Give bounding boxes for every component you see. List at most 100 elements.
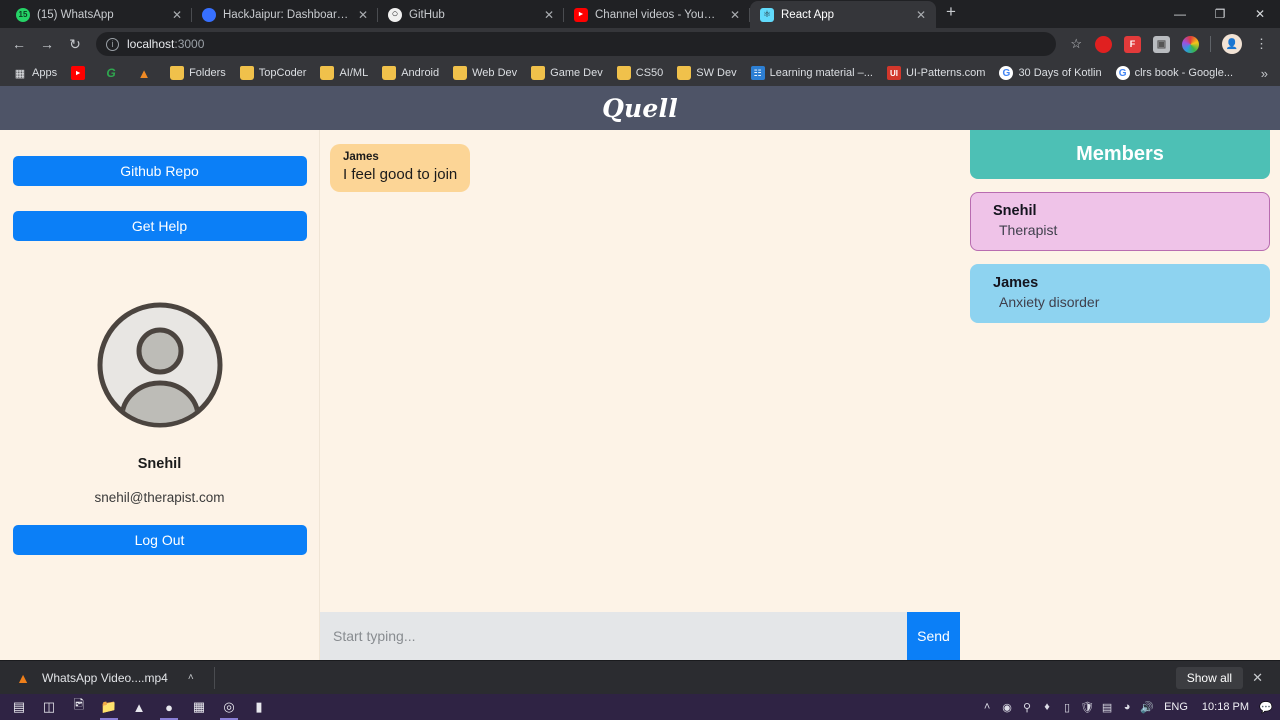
folder-icon [320,66,335,80]
extension-toolbox-icon[interactable]: ▣ [1153,35,1170,53]
bookmark-30-days-kotlin[interactable]: G 30 Days of Kotlin [992,66,1108,80]
close-icon[interactable]: ✕ [728,9,742,21]
tab-title: Channel videos - YouTube Studio [595,8,721,21]
close-icon[interactable]: ✕ [356,9,370,21]
close-icon[interactable]: ✕ [170,9,184,21]
bookmark-swdev[interactable]: SW Dev [670,66,743,80]
download-shelf: ▲ WhatsApp Video....mp4 ˄ Show all ✕ [0,660,1280,694]
forward-icon[interactable]: → [34,31,60,57]
browser-tab-devfolio[interactable]: HackJaipur: Dashboard | Devfolio ✕ [192,1,378,28]
close-icon[interactable]: ✕ [542,9,556,21]
youtube-icon: ► [71,66,86,80]
bookmark-android[interactable]: Android [375,66,446,80]
vlc-icon[interactable]: ▲ [124,694,154,720]
extension-palette-icon[interactable] [1182,35,1199,53]
toolbar-divider [1210,36,1211,52]
close-icon[interactable]: ✕ [1243,670,1272,686]
site-info-icon[interactable]: i [106,37,119,51]
windows-start-icon[interactable]: ▤ [4,694,34,720]
extension-drop-icon[interactable] [1095,35,1112,53]
chevron-up-icon[interactable]: ˄ [188,672,194,683]
device-icon[interactable]: ▤ [1097,701,1117,714]
network-icon[interactable]: ◕ [1117,701,1137,713]
bookmark-youtube[interactable]: ► [64,66,97,80]
show-all-downloads-button[interactable]: Show all [1175,666,1244,689]
folder-icon [239,66,254,80]
member-name: James [993,275,1039,291]
devfolio-icon [202,7,216,22]
bookmark-gamedev[interactable]: Game Dev [524,66,610,80]
message-list: James I feel good to join [320,130,960,612]
avatar[interactable]: 👤 [1222,34,1242,54]
bookmark-brave[interactable]: ▲ [130,66,163,81]
browser-tab-whatsapp[interactable]: 15 (15) WhatsApp ✕ [6,1,192,28]
chrome-menu-icon[interactable]: ⋮ [1249,36,1274,52]
browser-tab-github[interactable]: ○ GitHub ✕ [378,1,564,28]
terminal-icon[interactable]: ▮ [244,694,274,720]
message-composer: Send [320,612,960,660]
volume-icon[interactable]: 🔊 [1137,701,1157,714]
folder-icon [382,66,397,80]
get-help-button[interactable]: Get Help [12,211,307,241]
profile-name: Snehil [137,456,182,472]
bookmark-folders[interactable]: Folders [163,66,233,80]
address-bar[interactable]: i localhost:3000 [96,32,1057,56]
nvidia-icon[interactable]: ◉ [997,701,1017,714]
message-author: James [343,151,379,163]
task-view-icon[interactable]: ◫ [34,694,64,720]
minimize-button[interactable]: — [1160,0,1200,28]
language-indicator[interactable]: ENG [1157,701,1195,713]
bookmark-webdev[interactable]: Web Dev [446,66,524,80]
browser-window: 15 (15) WhatsApp ✕ HackJaipur: Dashboard… [0,0,1280,660]
bookmark-apps[interactable]: ▦ Apps [6,66,64,80]
battery-icon[interactable]: ▯ [1057,701,1077,714]
clock[interactable]: 10:18 PM [1195,701,1256,713]
tab-title: HackJaipur: Dashboard | Devfolio [223,8,349,21]
chrome-icon[interactable]: ● [154,694,184,720]
browser-tab-youtube[interactable]: ► Channel videos - YouTube Studio ✕ [564,1,750,28]
new-tab-button[interactable]: + [936,2,966,26]
calculator-icon[interactable]: ▦ [184,694,214,720]
security-icon[interactable]: 🛡 [1077,701,1097,714]
react-icon: ⚛ [760,7,774,22]
close-icon[interactable]: ✕ [914,9,928,21]
bookmark-label: SW Dev [696,67,737,79]
google-icon: G [1115,66,1130,80]
member-card-snehil[interactable]: Snehil Therapist [970,192,1270,251]
app-logo: Quell [602,93,678,123]
bookmark-clrs-book[interactable]: G clrs book - Google... [1109,66,1240,80]
browser-toolbar: ← → ↻ i localhost:3000 ☆ F ▣ 👤 ⋮ [0,28,1280,60]
avatar [96,301,224,434]
browser-tab-react-app[interactable]: ⚛ React App ✕ [750,1,936,28]
bookmark-topcoder[interactable]: TopCoder [233,66,314,80]
bookmark-cs50[interactable]: CS50 [610,66,671,80]
extension-f-icon[interactable]: F [1124,35,1141,53]
message-input[interactable] [320,612,907,660]
log-out-button[interactable]: Log Out [12,525,307,555]
bookmark-learning-material[interactable]: ☷ Learning material –... [744,66,880,80]
bookmark-grammarly[interactable]: G [97,66,130,80]
github-repo-button[interactable]: Github Repo [12,156,307,186]
bookmark-star-icon[interactable]: ☆ [1064,36,1088,52]
bluetooth-icon[interactable]: ♦ [1037,701,1057,713]
bookmark-label: 30 Days of Kotlin [1018,67,1102,79]
file-explorer-icon[interactable]: 📁 [94,694,124,720]
tray-expand-icon[interactable]: ˄ [977,701,997,713]
bookmark-label: Folders [189,67,226,79]
maximize-button[interactable]: ❐ [1200,0,1240,28]
search-icon[interactable]: ⚲ [1017,701,1037,714]
folder-icon [531,66,546,80]
send-button[interactable]: Send [907,612,960,660]
bookmark-label: Learning material –... [769,67,873,79]
notification-icon[interactable]: 💬 [1256,701,1276,714]
reload-icon[interactable]: ↻ [62,31,88,57]
back-icon[interactable]: ← [6,31,32,57]
bookmarks-overflow-icon[interactable]: » [1255,66,1274,81]
photos-icon[interactable]: 🖻 [64,694,94,720]
app-icon[interactable]: ◎ [214,694,244,720]
download-item[interactable]: ▲ WhatsApp Video....mp4 ˄ [8,669,204,687]
bookmark-aiml[interactable]: AI/ML [313,66,375,80]
member-card-james[interactable]: James Anxiety disorder [970,264,1270,323]
bookmark-ui-patterns[interactable]: UI UI-Patterns.com [880,66,992,80]
close-window-button[interactable]: ✕ [1240,0,1280,28]
